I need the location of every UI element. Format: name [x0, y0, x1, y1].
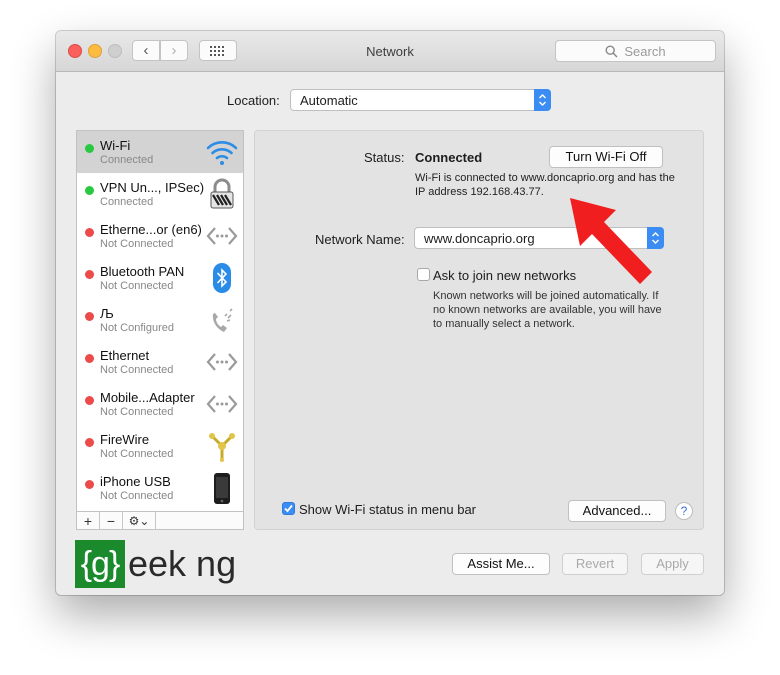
lock-icon	[210, 178, 234, 209]
remove-service-button[interactable]: −	[100, 512, 123, 529]
geek-ng-logo: {g} eek ng	[75, 540, 236, 588]
service-item-bluetooth-pan[interactable]: Bluetooth PAN Not Connected	[77, 257, 243, 299]
logo-text: eek ng	[128, 543, 237, 584]
service-status: Not Connected	[100, 364, 174, 376]
status-dot	[85, 312, 94, 321]
service-name: Etherne...or (en6)	[100, 222, 202, 237]
service-list-toolbar: + − ⚙⌄	[76, 511, 244, 530]
firewire-icon	[209, 433, 235, 462]
show-wifi-status-checkbox[interactable]	[282, 502, 295, 515]
ethernet-icon	[206, 353, 238, 371]
up-down-chevron-icon	[539, 94, 546, 106]
service-status: Not Connected	[100, 238, 174, 250]
ask-to-join-label: Ask to join new networks	[433, 268, 577, 283]
service-name: Љ	[100, 306, 114, 321]
status-dot	[85, 186, 94, 195]
service-item-vpn[interactable]: VPN Un..., IPSec) Connected	[77, 173, 243, 215]
service-status: Connected	[100, 196, 154, 208]
checkmark-icon	[284, 504, 293, 513]
iphone-icon	[214, 473, 230, 504]
search-placeholder: Search	[624, 43, 666, 59]
phone-icon	[212, 308, 233, 332]
add-service-button[interactable]: +	[77, 512, 100, 529]
search-icon	[605, 44, 618, 58]
annotation-arrow-icon	[570, 198, 652, 284]
service-status: Not Connected	[100, 490, 174, 502]
service-name: iPhone USB	[100, 474, 171, 489]
service-list[interactable]: Wi-Fi Connected VPN Un..., IPSec) Connec…	[76, 130, 244, 512]
service-name: Bluetooth PAN	[100, 264, 185, 279]
status-dot	[85, 144, 94, 153]
status-dot	[85, 228, 94, 237]
status-dot	[85, 270, 94, 279]
service-name: Mobile...Adapter	[100, 390, 195, 405]
service-item-ethernet-en6[interactable]: Etherne...or (en6) Not Connected	[77, 215, 243, 257]
network-name-label: Network Name:	[315, 232, 405, 247]
service-status: Connected	[100, 154, 154, 166]
apply-button[interactable]: Apply	[641, 553, 704, 575]
revert-button[interactable]: Revert	[562, 553, 628, 575]
service-status: Not Connected	[100, 406, 174, 418]
service-item-firewire[interactable]: FireWire Not Connected	[77, 425, 243, 467]
service-item-iphone-usb[interactable]: iPhone USB Not Connected	[77, 467, 243, 509]
logo-mark: {g}	[75, 540, 125, 588]
ethernet-icon	[206, 227, 238, 245]
network-preferences-window: ‹ › Network Search Location: Automatic W…	[56, 31, 724, 595]
status-label: Status:	[364, 150, 405, 165]
location-value: Automatic	[300, 93, 358, 108]
location-stepper	[534, 89, 551, 111]
status-dot	[85, 396, 94, 405]
service-item-mobile-adapter[interactable]: Mobile...Adapter Not Connected	[77, 383, 243, 425]
advanced-button[interactable]: Advanced...	[568, 500, 666, 522]
turn-wifi-off-button[interactable]: Turn Wi-Fi Off	[549, 146, 663, 168]
status-value: Connected	[415, 150, 483, 165]
service-name: Wi-Fi	[100, 138, 131, 153]
search-field[interactable]: Search	[555, 40, 716, 62]
service-status: Not Connected	[100, 280, 174, 292]
status-dot	[85, 438, 94, 447]
service-name: Ethernet	[100, 348, 150, 363]
status-dot	[85, 480, 94, 489]
ethernet-icon	[206, 395, 238, 413]
ask-to-join-checkbox[interactable]	[417, 268, 430, 281]
location-label: Location:	[227, 93, 280, 108]
service-item-wifi[interactable]: Wi-Fi Connected	[77, 131, 243, 173]
service-status: Not Configured	[100, 322, 174, 334]
title-bar: ‹ › Network Search	[56, 31, 724, 72]
location-select[interactable]: Automatic	[290, 89, 551, 111]
service-status: Not Connected	[100, 448, 174, 460]
bluetooth-icon	[213, 263, 231, 293]
help-button[interactable]: ?	[675, 502, 693, 520]
show-wifi-status-label: Show Wi-Fi status in menu bar	[299, 502, 477, 517]
assist-me-button[interactable]: Assist Me...	[452, 553, 550, 575]
service-item-phone[interactable]: Љ Not Configured	[77, 299, 243, 341]
gear-menu-button[interactable]: ⚙⌄	[123, 512, 156, 529]
status-dot	[85, 354, 94, 363]
network-name-value: www.doncaprio.org	[424, 231, 535, 246]
service-name: VPN Un..., IPSec)	[100, 180, 205, 195]
service-item-ethernet[interactable]: Ethernet Not Connected	[77, 341, 243, 383]
service-name: FireWire	[100, 432, 150, 447]
wifi-icon	[206, 141, 238, 165]
